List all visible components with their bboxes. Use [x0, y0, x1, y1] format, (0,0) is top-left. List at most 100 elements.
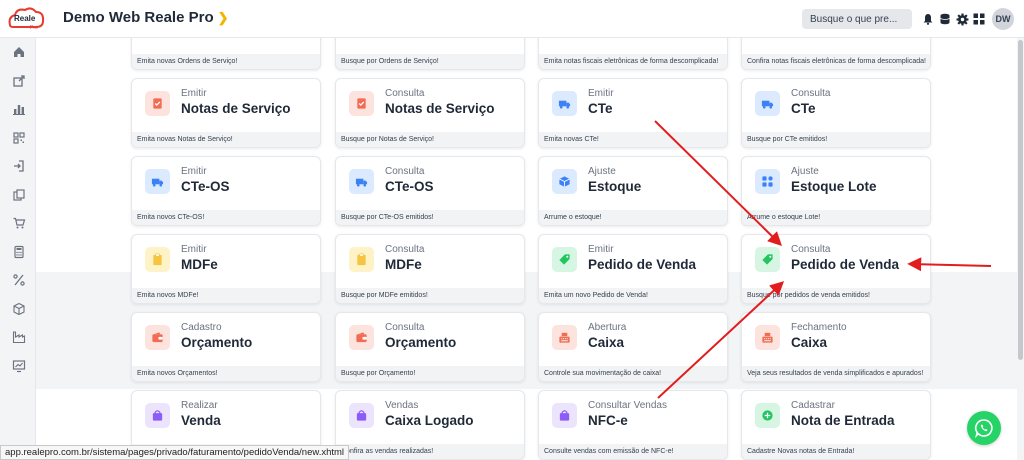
card-subtitle: Emitir	[588, 244, 614, 255]
card-title: Caixa	[791, 335, 828, 350]
card-subtitle: Consulta	[791, 88, 831, 99]
home-icon[interactable]	[12, 45, 26, 59]
scrollbar-thumb[interactable]	[1018, 40, 1023, 360]
shopping-bag-icon	[349, 403, 374, 428]
card-footer-text: Busque por CTe emitidos!	[742, 132, 930, 147]
bell-icon[interactable]	[921, 12, 935, 26]
card-title: Estoque	[588, 179, 642, 194]
module-card[interactable]: Consulta Notas de Serviço Busque por Notas…	[335, 78, 525, 148]
module-card[interactable]: Consulta CTe Busque por CTe emitidos!	[741, 78, 931, 148]
module-card[interactable]: Emitir Notas de Serviço Emita novas Notas …	[131, 78, 321, 148]
card-title: Nota de Entrada	[791, 413, 895, 428]
module-card[interactable]: Confira notas fiscais eletrônicas de for…	[741, 38, 931, 70]
whatsapp-icon	[974, 419, 993, 438]
card-subtitle: Ajuste	[588, 166, 616, 177]
module-card[interactable]: Consulta Pedido de Venda Busque por pedido…	[741, 234, 931, 304]
status-bar-url: app.realepro.com.br/sistema/pages/privad…	[0, 445, 350, 460]
module-card[interactable]: Emita novas Ordens de Serviço!	[131, 38, 321, 70]
module-card[interactable]: Abertura Caixa Controle sua movimentação d…	[538, 312, 728, 382]
card-title: Orçamento	[385, 335, 457, 350]
module-card[interactable]: Busque por Ordens de Serviço!	[335, 38, 525, 70]
gear-icon[interactable]	[955, 12, 969, 26]
module-card[interactable]: Cadastrar Nota de Entrada Cadastre Novas n…	[741, 390, 931, 460]
module-card[interactable]: Emitir CTe Emita novas CTe!	[538, 78, 728, 148]
card-footer-text: Busque por Notas de Serviço!	[336, 132, 524, 147]
search-input[interactable]	[802, 9, 912, 29]
module-card[interactable]: Consulta MDFe Busque por MDFe emitidos!	[335, 234, 525, 304]
card-footer-text: Arrume o estoque Lote!	[742, 210, 930, 225]
card-subtitle: Consulta	[385, 166, 425, 177]
cube-icon	[552, 169, 577, 194]
card-title: Pedido de Venda	[588, 257, 697, 272]
module-card[interactable]: Emitir Pedido de Venda Emita um novo Pedid…	[538, 234, 728, 304]
company-title[interactable]: Demo Web Reale Pro ❯	[63, 9, 229, 26]
module-card[interactable]: Ajuste Estoque Arrume o estoque!	[538, 156, 728, 226]
card-title: CTe-OS	[385, 179, 434, 194]
card-subtitle: Consulta	[385, 322, 425, 333]
module-card[interactable]: Fechamento Caixa Veja seus resultados de v…	[741, 312, 931, 382]
percent-icon[interactable]	[12, 273, 26, 287]
export-icon[interactable]	[12, 74, 26, 88]
truck-search-icon	[755, 91, 780, 116]
company-title-text: Demo Web Reale Pro	[63, 9, 214, 26]
card-footer-text: Veja seus resultados de venda simplifica…	[742, 366, 930, 381]
card-footer-text: Busque por MDFe emitidos!	[336, 288, 524, 303]
card-title: MDFe	[385, 257, 422, 272]
card-subtitle: Emitir	[181, 244, 207, 255]
card-footer-text: Busque por Orçamento!	[336, 366, 524, 381]
module-card[interactable]: Emitir CTe-OS Emita novos CTe-OS!	[131, 156, 321, 226]
module-card[interactable]: Cadastro Orçamento Emita novos Orçamentos!	[131, 312, 321, 382]
card-subtitle: Abertura	[588, 322, 627, 333]
card-footer-text: Arrume o estoque!	[539, 210, 727, 225]
user-avatar[interactable]: DW	[992, 8, 1014, 30]
bar-chart-icon[interactable]	[12, 102, 26, 116]
card-subtitle: Consultar Vendas	[588, 400, 667, 411]
login-icon[interactable]	[12, 159, 26, 173]
card-footer-text: Confira notas fiscais eletrônicas de for…	[742, 54, 930, 69]
calculator-icon[interactable]	[12, 245, 26, 259]
card-title: CTe-OS	[181, 179, 230, 194]
factory-icon[interactable]	[12, 330, 26, 344]
card-footer-text: Busque por CTe-OS emitidos!	[336, 210, 524, 225]
card-title: Caixa	[588, 335, 625, 350]
app-logo[interactable]: Reale Pro	[6, 5, 46, 33]
card-subtitle: Realizar	[181, 400, 218, 411]
card-footer-text: Consulte vendas com emissão de NFC-e!	[539, 444, 727, 459]
module-card[interactable]: Consultar Vendas NFC-e Consulte vendas com…	[538, 390, 728, 460]
module-card[interactable]: Ajuste Estoque Lote Arrume o estoque Lote!	[741, 156, 931, 226]
card-subtitle: Fechamento	[791, 322, 847, 333]
monitor-chart-icon[interactable]	[12, 359, 26, 373]
cash-register-icon	[755, 325, 780, 350]
shopping-bag-icon	[145, 403, 170, 428]
logo-sub-text: Pro	[30, 25, 38, 31]
card-footer-text: Emita novas Ordens de Serviço!	[132, 54, 320, 69]
card-footer-text: Emita notas fiscais eletrônicas de forma…	[539, 54, 727, 69]
card-title: Notas de Serviço	[385, 101, 495, 116]
module-card[interactable]: Vendas Caixa Logado Confira as vendas real…	[335, 390, 525, 460]
tag-search-icon	[755, 247, 780, 272]
module-card[interactable]: Emitir MDFe Emita novos MDFe!	[131, 234, 321, 304]
module-card[interactable]: Emita notas fiscais eletrônicas de forma…	[538, 38, 728, 70]
card-footer-text: Cadastre Novas notas de Entrada!	[742, 444, 930, 459]
cart-icon[interactable]	[12, 216, 26, 230]
card-footer-text: Busque por pedidos de venda emitidos!	[742, 288, 930, 303]
database-icon[interactable]	[938, 12, 952, 26]
card-title: MDFe	[181, 257, 218, 272]
card-subtitle: Emitir	[181, 166, 207, 177]
card-subtitle: Ajuste	[791, 166, 819, 177]
wallet-search-icon	[349, 325, 374, 350]
card-subtitle: Vendas	[385, 400, 419, 411]
module-card[interactable]: Consulta CTe-OS Busque por CTe-OS emitidos…	[335, 156, 525, 226]
main-content: Emita novas Ordens de Serviço! Busque por…	[36, 38, 1024, 460]
card-subtitle: Consulta	[385, 244, 425, 255]
card-subtitle: Consulta	[385, 88, 425, 99]
box-icon[interactable]	[12, 302, 26, 316]
grid-icon[interactable]	[972, 12, 986, 26]
module-card[interactable]: Consulta Orçamento Busque por Orçamento!	[335, 312, 525, 382]
card-subtitle: Consulta	[791, 244, 831, 255]
whatsapp-button[interactable]	[967, 411, 1001, 445]
card-subtitle: Cadastrar	[791, 400, 835, 411]
copy-icon[interactable]	[12, 188, 26, 202]
card-footer-text: Emita novas Notas de Serviço!	[132, 132, 320, 147]
qr-code-icon[interactable]	[12, 131, 26, 145]
